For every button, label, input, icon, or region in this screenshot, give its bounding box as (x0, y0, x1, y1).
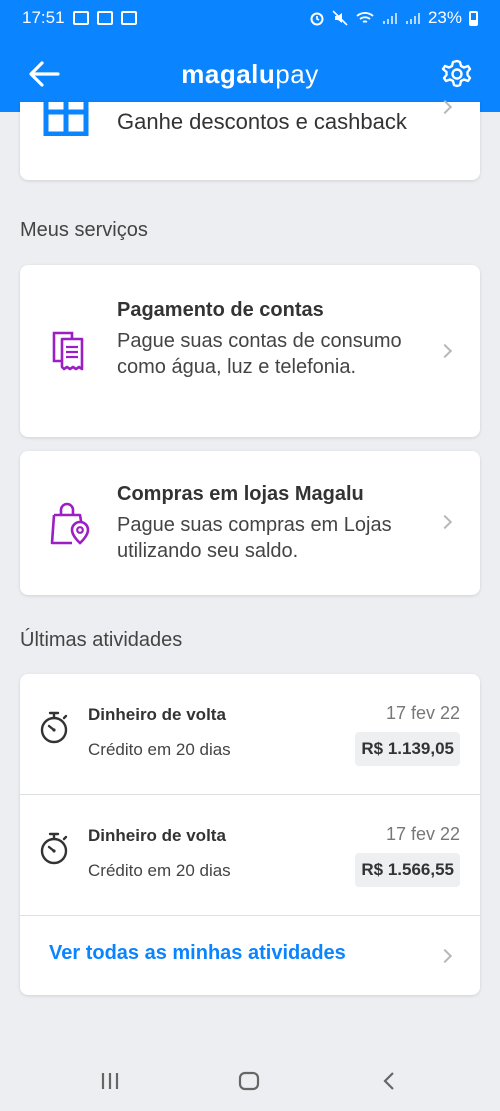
divider (20, 915, 480, 916)
mute-icon (332, 10, 348, 26)
app-bar: magalupay (0, 36, 500, 112)
activity-name: Dinheiro de volta (88, 705, 226, 724)
activity-subtitle: Crédito em 20 dias (88, 861, 231, 880)
alarm-icon (310, 12, 324, 26)
activity-item[interactable]: Dinheiro de volta Crédito em 20 dias 17 … (20, 674, 480, 794)
status-time: 17:51 (22, 8, 65, 27)
activity-name: Dinheiro de volta (88, 826, 226, 845)
signal-icon (382, 13, 397, 24)
service-card-pagamento-contas[interactable]: Pagamento de contas Pague suas contas de… (20, 265, 480, 437)
service-card-compras-lojas[interactable]: Compras em lojas Magalu Pague suas compr… (20, 451, 480, 595)
promo-label: Ganhe descontos e cashback (117, 109, 407, 134)
gift-icon (43, 102, 89, 136)
activity-item[interactable]: Dinheiro de volta Crédito em 20 dias 17 … (20, 795, 480, 915)
see-all-activities-link[interactable]: Ver todas as minhas atividades (49, 942, 346, 965)
app-notification-icon (96, 11, 113, 25)
activity-date: 17 fev 22 (385, 703, 460, 723)
service-title: Pagamento de contas (117, 299, 324, 321)
signal-icon (405, 13, 420, 24)
shopping-bag-location-icon (50, 502, 90, 545)
cashback-promo-card[interactable]: Ganhe descontos e cashback (20, 99, 480, 180)
system-navigation-bar (0, 1050, 500, 1111)
activities-card: Dinheiro de volta Crédito em 20 dias 17 … (20, 674, 480, 995)
battery-icon (469, 10, 478, 26)
recent-apps-icon[interactable] (100, 1072, 120, 1090)
chevron-right-icon (437, 99, 453, 115)
activity-date: 17 fev 22 (385, 824, 460, 844)
back-arrow-icon[interactable] (26, 58, 62, 90)
settings-gear-icon[interactable] (440, 57, 474, 91)
status-bar: 17:51 23% (0, 0, 500, 36)
system-back-icon[interactable] (382, 1071, 396, 1091)
battery-percentage: 23% (427, 8, 462, 27)
bill-receipt-icon (52, 331, 84, 371)
activity-subtitle: Crédito em 20 dias (88, 740, 231, 759)
service-description: Pague suas compras em Lojas utilizando s… (117, 514, 392, 562)
chevron-right-icon (437, 514, 453, 530)
activities-section-title: Últimas atividades (20, 629, 183, 651)
activity-amount: R$ 1.139,05 (355, 732, 460, 766)
magalupay-logo: magalupay (181, 58, 319, 89)
home-icon[interactable] (238, 1071, 260, 1091)
activity-amount: R$ 1.566,55 (355, 853, 460, 887)
stopwatch-icon (40, 711, 68, 744)
app-notification-icon (120, 11, 137, 25)
stopwatch-icon (40, 832, 68, 865)
chevron-right-icon[interactable] (437, 948, 453, 964)
service-description: Pague suas contas de consumo como água, … (117, 330, 402, 378)
wifi-icon (356, 12, 374, 23)
services-section-title: Meus serviços (20, 219, 148, 241)
service-title: Compras em lojas Magalu (117, 483, 364, 505)
chevron-right-icon (437, 343, 453, 359)
gallery-notification-icon (72, 11, 89, 25)
